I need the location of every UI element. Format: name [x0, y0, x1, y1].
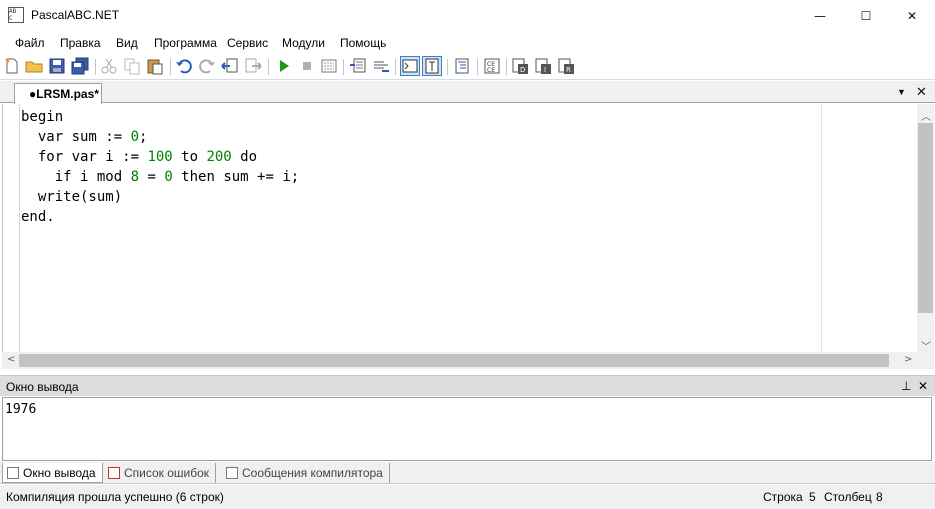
- close-button[interactable]: ✕: [889, 0, 935, 31]
- status-message: Компиляция прошла успешно (6 строк): [6, 490, 224, 504]
- menu-modules[interactable]: Модули: [282, 36, 325, 50]
- toolbar-separator: [268, 59, 269, 75]
- menu-view[interactable]: Вид: [116, 36, 138, 50]
- title-bar: AB C PascalABC.NET — ☐ ✕: [0, 0, 935, 31]
- step-into-icon[interactable]: I: [534, 57, 552, 75]
- toolbar-separator: [95, 59, 96, 75]
- tab-compiler-messages[interactable]: Сообщения компилятора: [222, 463, 390, 483]
- copy-icon[interactable]: [123, 57, 141, 75]
- status-row-label: Строка: [763, 490, 803, 504]
- scroll-right-icon[interactable]: >: [904, 354, 912, 365]
- tab-error-list[interactable]: Список ошибок: [104, 463, 217, 483]
- code-line[interactable]: write(sum): [21, 187, 299, 207]
- run-icon[interactable]: [275, 57, 293, 75]
- tab-close-icon[interactable]: ✕: [916, 84, 927, 100]
- toolbar-separator: [170, 59, 171, 75]
- file-tab[interactable]: ●LRSM.pas*: [14, 83, 102, 104]
- status-column-label: Столбец: [824, 490, 872, 504]
- open-folder-icon[interactable]: [25, 57, 43, 75]
- bottom-panel-tabs: Окно вывода Список ошибок Сообщения комп…: [0, 462, 935, 484]
- code-line[interactable]: var sum := 0;: [21, 127, 299, 147]
- minimize-button[interactable]: —: [797, 0, 843, 31]
- toolbar-separator: [477, 59, 478, 75]
- horizontal-scroll-thumb[interactable]: [19, 354, 889, 367]
- svg-text:R: R: [566, 66, 571, 74]
- code-line[interactable]: end.: [21, 207, 299, 227]
- tab-compiler-messages-label: Сообщения компилятора: [242, 466, 383, 480]
- file-tab-label: ●LRSM.pas*: [29, 87, 99, 101]
- code-text[interactable]: begin var sum := 0; for var i := 100 to …: [21, 107, 299, 227]
- output-close-icon[interactable]: ✕: [918, 379, 928, 393]
- code-line[interactable]: for var i := 100 to 200 do: [21, 147, 299, 167]
- format-code-icon[interactable]: [453, 57, 471, 75]
- close-icon: ✕: [906, 8, 918, 23]
- maximize-button[interactable]: ☐: [843, 0, 889, 31]
- editor-gutter: [3, 104, 20, 352]
- redo-icon[interactable]: [198, 57, 216, 75]
- compiler-messages-icon: [226, 467, 238, 479]
- vertical-scroll-thumb[interactable]: [918, 123, 933, 313]
- editor-horizontal-scrollbar[interactable]: < >: [2, 352, 934, 369]
- tab-output-window[interactable]: Окно вывода: [2, 463, 103, 483]
- menu-file[interactable]: Файл: [15, 36, 45, 50]
- menu-edit[interactable]: Правка: [60, 36, 101, 50]
- scroll-left-icon[interactable]: <: [7, 354, 15, 365]
- scroll-down-icon[interactable]: ﹀: [921, 338, 931, 353]
- minimize-icon: —: [814, 8, 826, 23]
- toolbar-separator: [506, 59, 507, 75]
- tab-output-window-label: Окно вывода: [23, 466, 96, 480]
- code-line[interactable]: begin: [21, 107, 299, 127]
- debug-icon[interactable]: D: [511, 57, 529, 75]
- uncomment-icon[interactable]: [372, 57, 390, 75]
- app-icon-text: AB C: [9, 8, 17, 22]
- svg-text:I: I: [544, 66, 546, 74]
- pin-icon[interactable]: ⊥: [901, 379, 911, 393]
- output-panel-header: Окно вывода ⊥ ✕: [0, 375, 935, 396]
- toolbar: CE CE D I R: [0, 54, 935, 80]
- editor-vertical-scrollbar[interactable]: ︿ ﹀: [917, 104, 934, 353]
- comment-icon[interactable]: [349, 57, 367, 75]
- compile-icon[interactable]: [320, 57, 338, 75]
- output-window[interactable]: 1976: [2, 397, 932, 461]
- status-row-value: 5: [809, 490, 816, 504]
- step-over-icon[interactable]: R: [557, 57, 575, 75]
- navigate-back-icon[interactable]: [221, 57, 239, 75]
- toolbar-separator: [395, 59, 396, 75]
- output-window-icon: [7, 467, 19, 479]
- code-editor[interactable]: begin var sum := 0; for var i := 100 to …: [2, 104, 917, 352]
- navigate-forward-icon[interactable]: [244, 57, 262, 75]
- status-column-value: 8: [876, 490, 883, 504]
- menu-bar: Файл Правка Вид Программа Сервис Модули …: [0, 31, 935, 54]
- editor-right-margin: [821, 104, 822, 352]
- menu-help[interactable]: Помощь: [340, 36, 386, 50]
- output-panel-title: Окно вывода: [6, 380, 79, 394]
- undo-icon[interactable]: [175, 57, 193, 75]
- text-mode-icon[interactable]: [422, 56, 442, 76]
- error-list-icon: [108, 467, 120, 479]
- stop-icon[interactable]: [298, 57, 316, 75]
- paste-icon[interactable]: [146, 57, 164, 75]
- cut-icon[interactable]: [100, 57, 118, 75]
- window-title: PascalABC.NET: [31, 8, 120, 22]
- save-icon[interactable]: [48, 57, 66, 75]
- tab-list-dropdown-icon[interactable]: ▼: [897, 87, 906, 97]
- status-bar: Компиляция прошла успешно (6 строк) Стро…: [0, 485, 935, 509]
- output-text: 1976: [5, 402, 37, 417]
- new-file-icon[interactable]: [3, 57, 21, 75]
- svg-text:D: D: [520, 66, 525, 74]
- menu-program[interactable]: Программа: [154, 36, 217, 50]
- code-template-icon[interactable]: CECE: [483, 57, 501, 75]
- editor-tab-strip: ●LRSM.pas* ▼ ✕: [0, 81, 935, 104]
- toolbar-separator: [447, 59, 448, 75]
- console-mode-icon[interactable]: [400, 56, 420, 76]
- code-line[interactable]: if i mod 8 = 0 then sum += i;: [21, 167, 299, 187]
- svg-text:CE: CE: [487, 67, 495, 74]
- scroll-up-icon[interactable]: ︿: [921, 108, 931, 123]
- maximize-icon: ☐: [860, 8, 872, 23]
- menu-service[interactable]: Сервис: [227, 36, 268, 50]
- save-all-icon[interactable]: [71, 57, 89, 75]
- app-icon: AB C: [8, 7, 24, 23]
- toolbar-separator: [343, 59, 344, 75]
- tab-error-list-label: Список ошибок: [124, 466, 210, 480]
